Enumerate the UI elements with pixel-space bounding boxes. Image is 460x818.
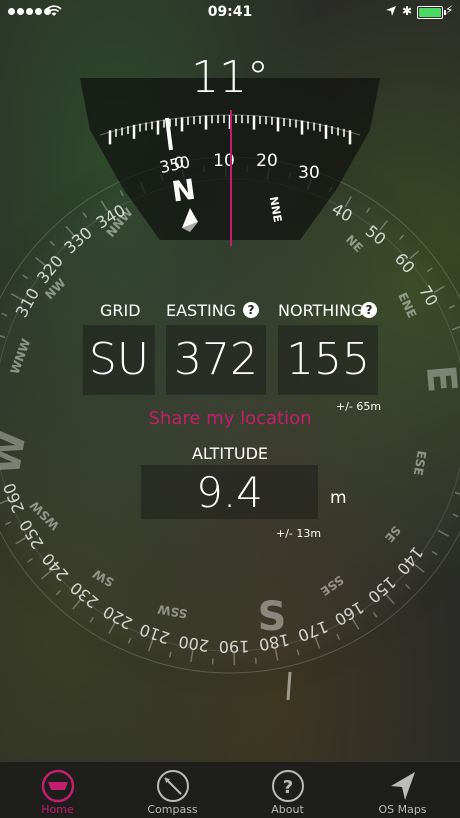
- tab-os-maps[interactable]: OS Maps: [345, 762, 460, 818]
- compass-icon: [157, 770, 189, 802]
- easting-help-icon[interactable]: ?: [243, 302, 259, 318]
- northing-help-icon[interactable]: ?: [361, 302, 377, 318]
- tab-bar: Home Compass ? About OS Maps: [0, 761, 460, 818]
- altitude-label: ALTITUDE: [191, 444, 269, 463]
- northing-value: 155: [278, 325, 378, 395]
- tab-compass[interactable]: Compass: [115, 762, 230, 818]
- share-location-link[interactable]: Share my location: [0, 408, 460, 429]
- east-label: E: [417, 363, 460, 394]
- home-icon: [41, 769, 75, 803]
- tab-os-maps-label: OS Maps: [378, 803, 427, 816]
- svg-text:?: ?: [283, 777, 293, 798]
- tab-about[interactable]: ? About: [230, 762, 345, 818]
- ring-number: 190: [219, 637, 250, 657]
- tape-label-0: 0: [174, 153, 184, 172]
- altitude-accuracy: +/- 13m: [276, 527, 322, 540]
- grid-square-value: SU: [83, 325, 155, 395]
- northing-label: NORTHING: [278, 301, 364, 320]
- altitude-value: 9.4: [141, 465, 318, 519]
- tape-label-20: 20: [256, 151, 278, 171]
- south-label: S: [258, 594, 287, 640]
- easting-value: 372: [166, 325, 266, 395]
- heading-readout: 11°: [191, 52, 269, 103]
- tab-compass-label: Compass: [147, 803, 198, 816]
- tab-home[interactable]: Home: [0, 762, 115, 818]
- grid-label: GRID: [100, 301, 141, 320]
- south-marker: [286, 671, 292, 701]
- ring-tick: [254, 657, 257, 664]
- tab-home-label: Home: [41, 803, 74, 816]
- altitude-unit: m: [330, 488, 347, 508]
- easting-label: EASTING: [166, 301, 237, 320]
- tab-about-label: About: [271, 803, 304, 816]
- north-label: N: [170, 173, 198, 209]
- os-maps-icon: [391, 772, 415, 800]
- tape-label-30: 30: [298, 163, 320, 183]
- about-icon: ?: [272, 770, 304, 802]
